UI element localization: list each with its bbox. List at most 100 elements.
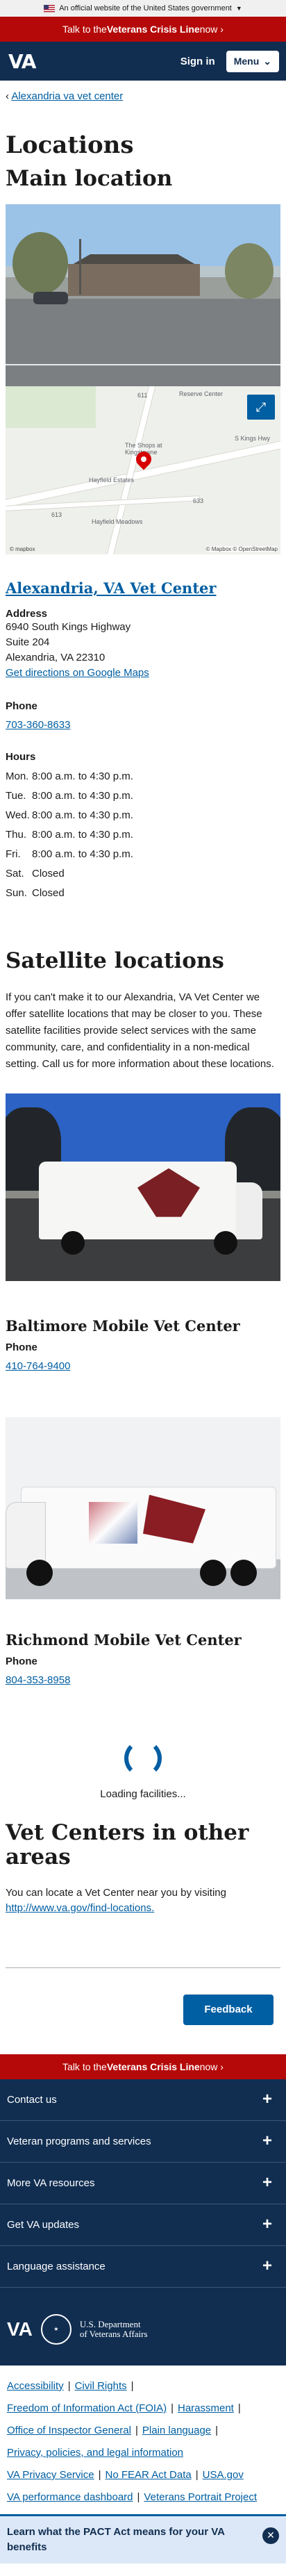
phone-label: Phone bbox=[6, 1655, 37, 1667]
breadcrumb: ‹ Alexandria va vet center bbox=[6, 90, 280, 102]
map-label: Reserve Center bbox=[179, 390, 224, 398]
facility-photo bbox=[6, 204, 280, 387]
map-label: 611 bbox=[137, 392, 148, 399]
day: Mon. bbox=[6, 770, 29, 783]
footer-link[interactable]: Harassment bbox=[178, 2402, 234, 2414]
chevron-down-icon: ⌄ bbox=[263, 55, 271, 67]
crisis-bold: Veterans Crisis Line bbox=[106, 2061, 200, 2072]
feedback-button[interactable]: Feedback bbox=[183, 1994, 274, 2025]
facility-map[interactable]: Reserve Center The Shops at Kingstowne H… bbox=[6, 386, 280, 555]
footer-link[interactable]: VA Privacy Service bbox=[7, 2469, 94, 2481]
expand-map-icon[interactable]: ⤢ bbox=[247, 395, 275, 420]
day: Sat. bbox=[6, 868, 24, 880]
time: Closed bbox=[32, 887, 65, 900]
footer-link[interactable]: VA performance dashboard bbox=[7, 2491, 133, 2503]
map-label: Hayfield Meadows bbox=[92, 518, 143, 526]
baltimore-mobile-photo bbox=[6, 1093, 280, 1281]
footer-accordion-programs[interactable]: Veteran programs and services + bbox=[0, 2121, 286, 2163]
mapbox-logo: © mapbox bbox=[10, 546, 35, 553]
chevron-down-icon: ▼ bbox=[235, 5, 242, 12]
va-seal-icon: ★ bbox=[40, 2313, 72, 2345]
hours-label: Hours bbox=[6, 751, 36, 763]
chevron-right-icon: › bbox=[217, 24, 224, 35]
sign-in-button[interactable]: Sign in bbox=[180, 56, 215, 67]
footer-accordion-resources[interactable]: More VA resources + bbox=[0, 2163, 286, 2204]
other-areas-heading: Vet Centers in other areas bbox=[6, 1819, 249, 1870]
close-icon[interactable]: ✕ bbox=[262, 2527, 279, 2544]
time: 8:00 a.m. to 4:30 p.m. bbox=[32, 790, 133, 802]
time: 8:00 a.m. to 4:30 p.m. bbox=[32, 829, 133, 841]
day: Wed. bbox=[6, 809, 30, 822]
footer-accordion-updates[interactable]: Get VA updates + bbox=[0, 2204, 286, 2246]
time: 8:00 a.m. to 4:30 p.m. bbox=[32, 770, 133, 783]
chevron-right-icon: › bbox=[217, 2061, 224, 2072]
accordion-label: Veteran programs and services bbox=[7, 2135, 151, 2147]
menu-button[interactable]: Menu ⌄ bbox=[226, 50, 279, 72]
time: 8:00 a.m. to 4:30 p.m. bbox=[32, 809, 133, 822]
footer-link[interactable]: Plain language bbox=[142, 2425, 211, 2436]
footer-accordion-language[interactable]: Language assistance + bbox=[0, 2246, 286, 2288]
day: Sun. bbox=[6, 887, 27, 900]
crisis-line-banner-footer[interactable]: Talk to the Veterans Crisis Line now › bbox=[0, 2054, 286, 2079]
back-link[interactable]: Alexandria va vet center bbox=[11, 90, 123, 102]
main-location-heading: Main location bbox=[6, 166, 173, 192]
footer-logos: VA ★ U.S. Department of Veterans Affairs bbox=[0, 2288, 286, 2366]
map-attribution[interactable]: © Mapbox © OpenStreetMap bbox=[205, 546, 278, 553]
address-line: Suite 204 bbox=[6, 636, 50, 649]
footer-link[interactable]: Accessibility bbox=[7, 2380, 64, 2392]
address-line: 6940 South Kings Highway bbox=[6, 621, 131, 634]
footer-link[interactable]: Civil Rights bbox=[75, 2380, 127, 2392]
hours-row: Sat. Closed bbox=[6, 868, 280, 880]
footer-links: Accessibility | Civil Rights | Freedom of I… bbox=[0, 2365, 286, 2513]
official-gov-banner[interactable]: An official website of the United States… bbox=[0, 0, 286, 17]
satellite-intro: If you can't make it to our Alexandria, … bbox=[6, 991, 274, 1070]
plus-icon: + bbox=[262, 2256, 272, 2276]
footer-link[interactable]: Office of Inspector General bbox=[7, 2425, 131, 2436]
va-logo[interactable]: VA bbox=[8, 50, 36, 73]
plus-icon: + bbox=[262, 2131, 272, 2151]
hours-row: Fri. 8:00 a.m. to 4:30 p.m. bbox=[6, 848, 280, 860]
accordion-label: Contact us bbox=[7, 2093, 57, 2106]
phone-link[interactable]: 804-353-8958 bbox=[6, 1674, 70, 1686]
pact-act-text[interactable]: Learn what the PACT Act means for your V… bbox=[7, 2525, 229, 2555]
phone-link[interactable]: 410-764-9400 bbox=[6, 1360, 70, 1372]
phone-label: Phone bbox=[6, 700, 37, 713]
satellite-heading: Satellite locations bbox=[6, 948, 224, 974]
other-areas-sentence: You can locate a Vet Center near you by … bbox=[6, 1886, 226, 1899]
footer-link[interactable]: USA.gov bbox=[203, 2469, 244, 2481]
facility-name-link[interactable]: Alexandria, VA Vet Center bbox=[6, 579, 280, 597]
phone-link[interactable]: 703-360-8633 bbox=[6, 719, 70, 731]
menu-label: Menu bbox=[233, 56, 260, 67]
loading-spinner-icon bbox=[124, 1739, 162, 1777]
find-locations-link[interactable]: http://www.va.gov/find-locations. bbox=[6, 1902, 154, 1914]
directions-link[interactable]: Get directions on Google Maps bbox=[6, 667, 149, 679]
crisis-prefix: Talk to the bbox=[62, 2061, 107, 2072]
accordion-label: More VA resources bbox=[7, 2177, 95, 2189]
va-logo[interactable]: VA bbox=[7, 2318, 33, 2340]
site-header: VA Sign in Menu ⌄ bbox=[0, 42, 286, 81]
footer-link[interactable]: Freedom of Information Act (FOIA) bbox=[7, 2402, 167, 2414]
footer-link[interactable]: Veterans Portrait Project bbox=[144, 2491, 257, 2503]
accordion-label: Get VA updates bbox=[7, 2218, 79, 2231]
hours-row: Sun. Closed bbox=[6, 887, 280, 899]
day: Fri. bbox=[6, 848, 21, 861]
us-flag-icon bbox=[44, 4, 56, 13]
plus-icon: + bbox=[262, 2215, 272, 2234]
crisis-line-banner[interactable]: Talk to the Veterans Crisis Line now › bbox=[0, 17, 286, 42]
footer-link[interactable]: No FEAR Act Data bbox=[106, 2469, 192, 2481]
map-label: 633 bbox=[193, 497, 204, 505]
hours-row: Tue. 8:00 a.m. to 4:30 p.m. bbox=[6, 790, 280, 802]
dept-line: U.S. Department bbox=[79, 2318, 141, 2329]
gov-banner-text: An official website of the United States… bbox=[59, 4, 232, 13]
pact-act-banner[interactable]: Learn what the PACT Act means for your V… bbox=[0, 2513, 286, 2563]
footer-link[interactable]: Privacy, policies, and legal information bbox=[7, 2447, 183, 2459]
department-name: U.S. Department of Veterans Affairs bbox=[79, 2318, 148, 2339]
richmond-mobile-photo bbox=[6, 1417, 280, 1599]
other-areas-text: You can locate a Vet Center near you by … bbox=[6, 1885, 280, 1916]
address-label: Address bbox=[6, 608, 48, 620]
footer-accordion-contact-us[interactable]: Contact us + bbox=[0, 2079, 286, 2121]
day: Tue. bbox=[6, 790, 26, 802]
map-label: 613 bbox=[51, 511, 62, 519]
hours-row: Thu. 8:00 a.m. to 4:30 p.m. bbox=[6, 829, 280, 841]
accordion-label: Language assistance bbox=[7, 2260, 106, 2272]
